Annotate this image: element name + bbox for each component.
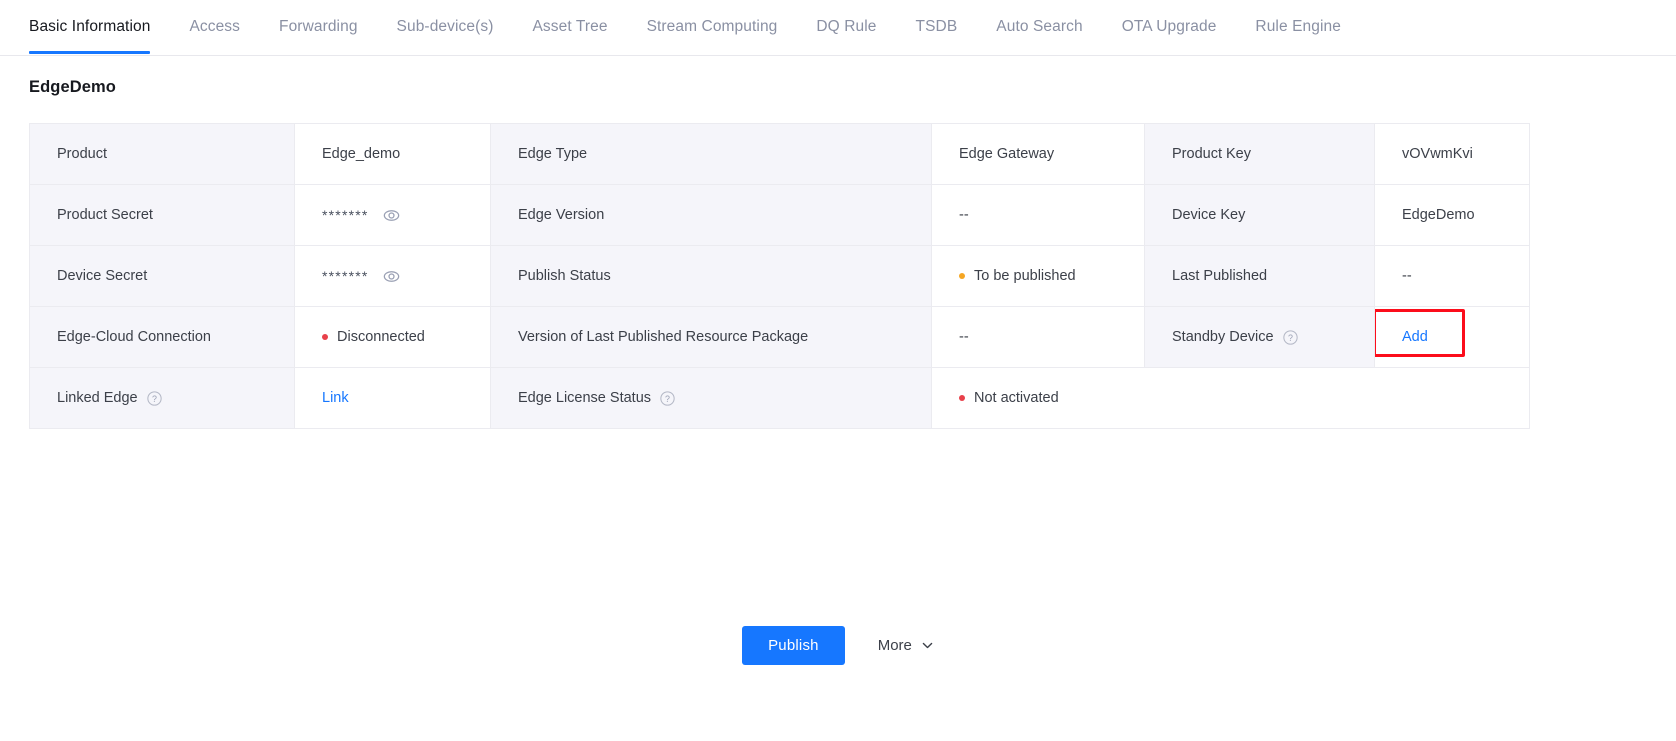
row-value-resource-package-version: -- — [931, 306, 1145, 368]
row-label-edge-cloud-connection: Edge-Cloud Connection — [29, 306, 295, 368]
tab-label: TSDB — [915, 18, 958, 35]
table-row: Edge-Cloud Connection Disconnected Versi… — [29, 306, 1530, 368]
svg-text:?: ? — [1288, 332, 1293, 342]
row-value-publish-status: To be published — [931, 245, 1145, 307]
tab-label: Basic Information — [29, 18, 151, 35]
tab-basic-information[interactable]: Basic Information — [29, 0, 151, 53]
row-value-edge-version: -- — [931, 184, 1145, 246]
chevron-down-icon — [921, 639, 934, 652]
row-value-edge-cloud-connection: Disconnected — [294, 306, 491, 368]
row-label-publish-status: Publish Status — [490, 245, 932, 307]
tab-rule-engine[interactable]: Rule Engine — [1255, 0, 1341, 53]
more-button[interactable]: More — [878, 637, 934, 654]
row-value-product-secret: ******* — [294, 184, 491, 246]
row-value-edge-license-status: Not activated — [931, 367, 1530, 429]
svg-text:?: ? — [665, 393, 670, 403]
row-label-product-key: Product Key — [1144, 123, 1375, 185]
tab-sub-devices[interactable]: Sub-device(s) — [397, 0, 494, 53]
row-value-device-secret: ******* — [294, 245, 491, 307]
table-row: Product Edge_demo Edge Type Edge Gateway… — [29, 123, 1530, 185]
status-dot-error — [959, 395, 965, 401]
row-value-device-key: EdgeDemo — [1374, 184, 1530, 246]
tab-label: OTA Upgrade — [1121, 18, 1217, 35]
row-label-edge-license-status: Edge License Status ? — [490, 367, 932, 429]
svg-text:?: ? — [152, 393, 157, 403]
tab-label: Stream Computing — [646, 18, 778, 35]
row-value-product: Edge_demo — [294, 123, 491, 185]
help-circle-icon[interactable]: ? — [660, 390, 675, 406]
status-dot-warning — [959, 273, 965, 279]
tab-label: Rule Engine — [1255, 18, 1341, 35]
tab-label: Auto Search — [996, 18, 1083, 35]
row-value-product-key: vOVwmKvi — [1374, 123, 1530, 185]
product-secret-masked: ******* — [322, 207, 369, 223]
more-button-label: More — [877, 637, 912, 654]
row-label-product: Product — [29, 123, 295, 185]
eye-icon[interactable] — [383, 207, 400, 224]
publish-button[interactable]: Publish — [742, 626, 845, 665]
table-row: Device Secret ******* Publish Status To … — [29, 245, 1530, 307]
license-status-text: Not activated — [974, 390, 1059, 406]
row-value-last-published: -- — [1374, 245, 1530, 307]
tab-stream-computing[interactable]: Stream Computing — [647, 0, 778, 53]
basic-information-table: Product Edge_demo Edge Type Edge Gateway… — [29, 123, 1530, 429]
tab-bar: Basic Information Access Forwarding Sub-… — [0, 0, 1676, 56]
row-label-product-secret: Product Secret — [29, 184, 295, 246]
help-circle-icon[interactable]: ? — [146, 390, 162, 406]
row-label-edge-type: Edge Type — [490, 123, 932, 185]
page-title: EdgeDemo — [29, 78, 116, 96]
tab-ota-upgrade[interactable]: OTA Upgrade — [1122, 0, 1217, 53]
table-row: Linked Edge ? Link Edge License Status ? — [29, 367, 1530, 429]
row-value-edge-type: Edge Gateway — [931, 123, 1145, 185]
tab-asset-tree[interactable]: Asset Tree — [532, 0, 607, 53]
row-label-standby-device: Standby Device ? — [1144, 306, 1375, 368]
linked-edge-label-text: Linked Edge — [57, 390, 138, 406]
tab-auto-search[interactable]: Auto Search — [996, 0, 1082, 53]
publish-status-text: To be published — [974, 268, 1076, 284]
add-standby-device-link[interactable]: Add — [1402, 329, 1428, 345]
tab-forwarding[interactable]: Forwarding — [279, 0, 358, 53]
row-value-linked-edge: Link — [294, 367, 491, 429]
standby-device-label-text: Standby Device — [1172, 329, 1274, 345]
device-secret-masked: ******* — [322, 268, 369, 284]
tab-access[interactable]: Access — [189, 0, 240, 53]
row-label-edge-version: Edge Version — [490, 184, 932, 246]
row-label-device-secret: Device Secret — [29, 245, 295, 307]
tab-label: Asset Tree — [532, 18, 608, 35]
edge-license-status-label-text: Edge License Status — [518, 390, 652, 406]
connection-status-text: Disconnected — [337, 329, 425, 345]
status-dot-error — [322, 334, 328, 340]
table-row: Product Secret ******* Edge Version -- D… — [29, 184, 1530, 246]
tab-dq-rule[interactable]: DQ Rule — [816, 0, 876, 53]
tab-label: Forwarding — [279, 18, 358, 35]
tab-label: Sub-device(s) — [396, 18, 494, 35]
help-circle-icon[interactable]: ? — [1282, 329, 1298, 345]
row-label-linked-edge: Linked Edge ? — [29, 367, 295, 429]
row-label-device-key: Device Key — [1144, 184, 1375, 246]
tab-label: Access — [189, 18, 241, 35]
eye-icon[interactable] — [383, 268, 400, 285]
row-value-standby-device: Add — [1374, 306, 1530, 368]
row-label-resource-package-version: Version of Last Published Resource Packa… — [490, 306, 932, 368]
tab-tsdb[interactable]: TSDB — [916, 0, 958, 53]
tab-label: DQ Rule — [816, 18, 877, 35]
row-label-last-published: Last Published — [1144, 245, 1375, 307]
link-edge-link[interactable]: Link — [322, 390, 349, 406]
basic-information-table-wrapper: Product Edge_demo Edge Type Edge Gateway… — [29, 123, 1647, 429]
footer-actions: Publish More — [0, 626, 1676, 665]
